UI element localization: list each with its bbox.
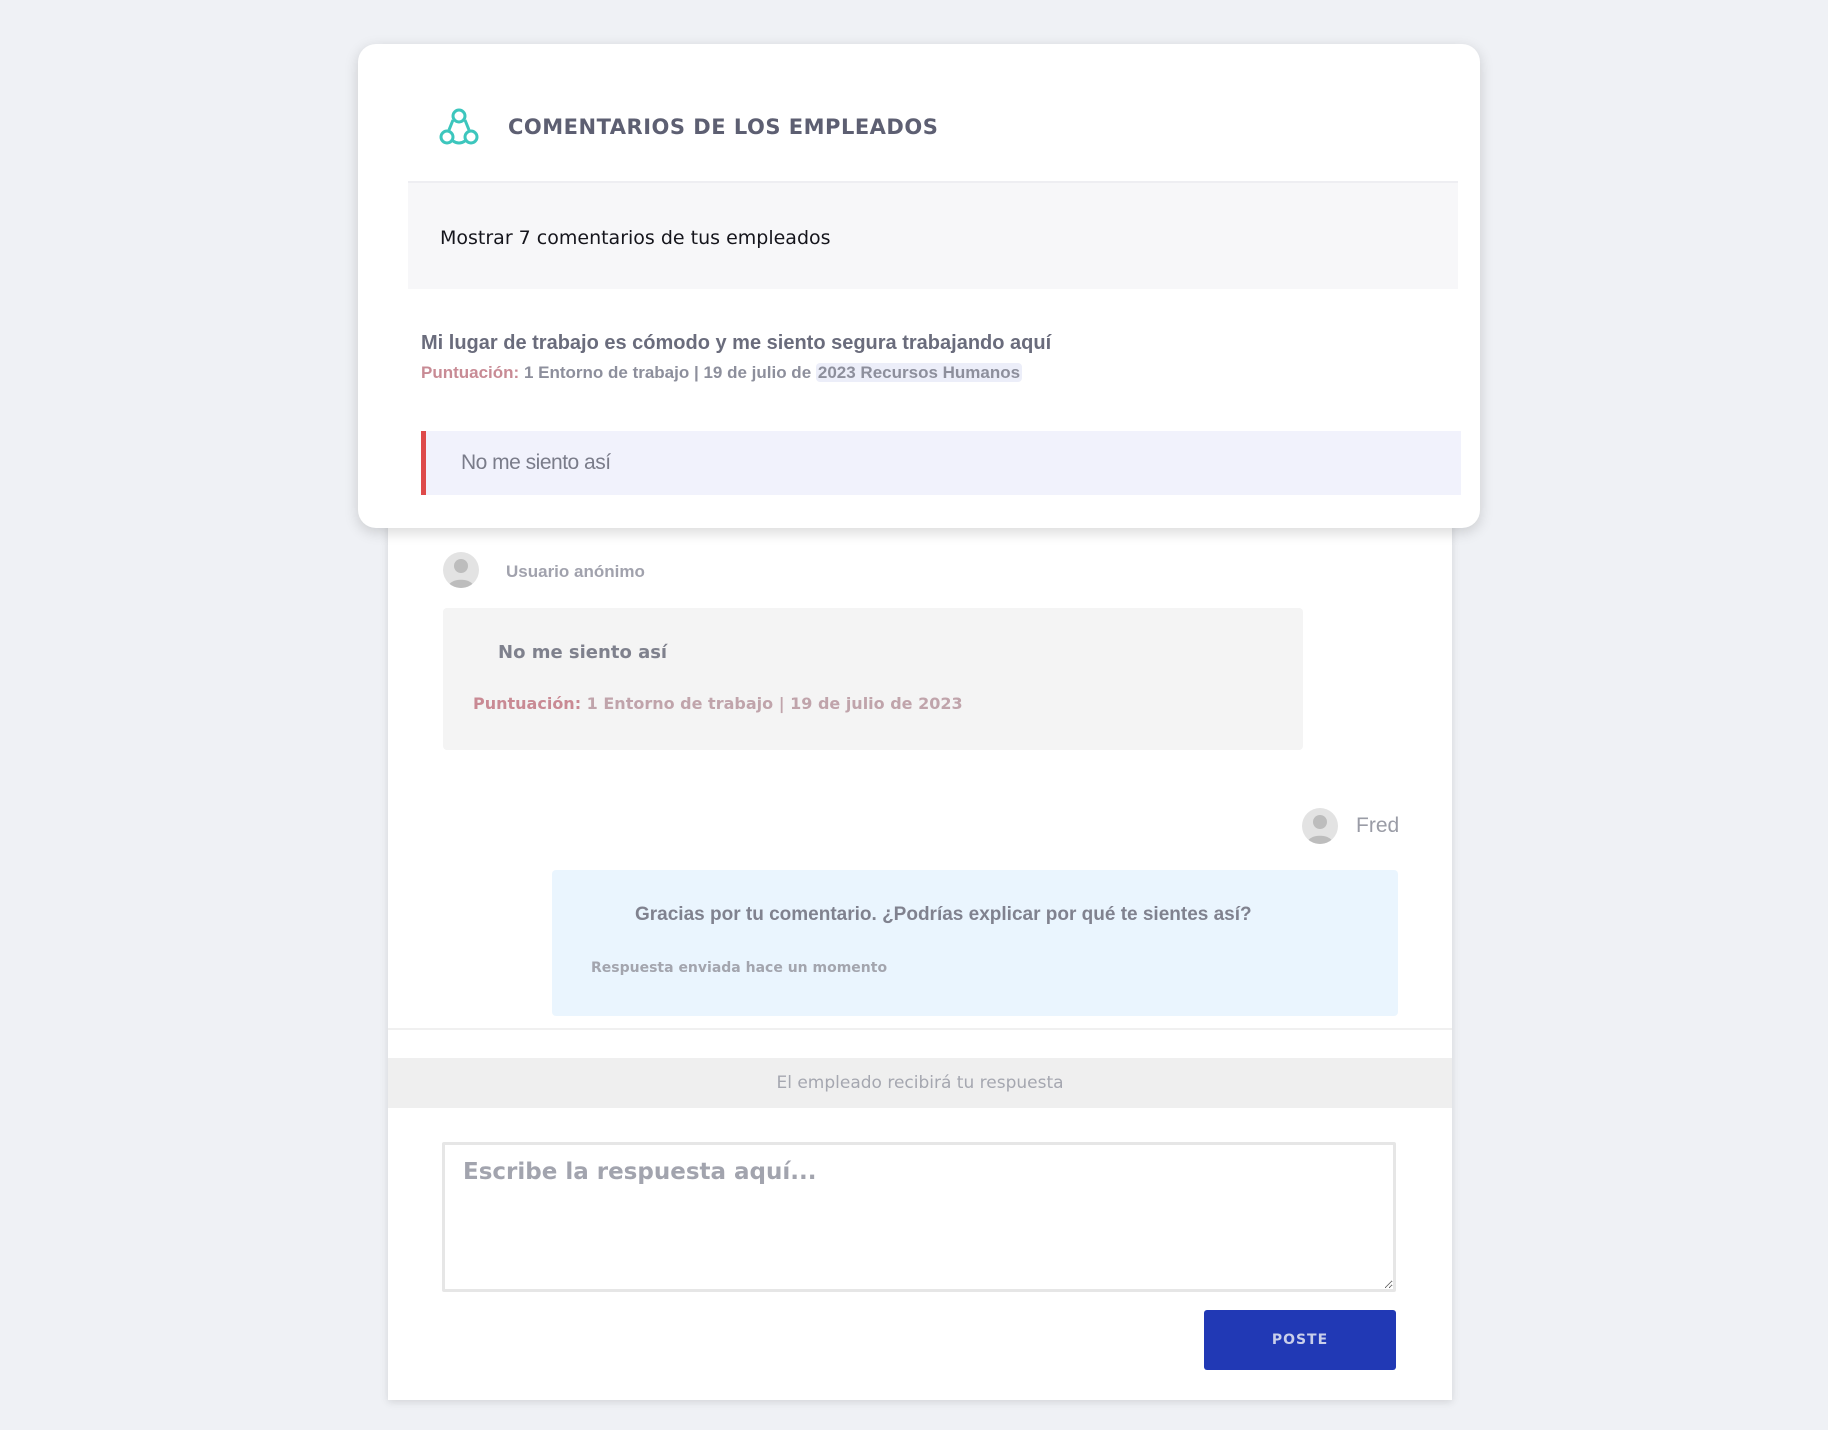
user-silhouette-icon [448, 559, 474, 588]
department-badge: 2023 Recursos Humanos [815, 363, 1023, 382]
divider [388, 1028, 1452, 1030]
question-meta-text: 1 Entorno de trabajo | 19 de julio de [523, 363, 812, 382]
feedback-card: COMENTARIOS DE LOS EMPLEADOS Mostrar 7 c… [358, 44, 1480, 528]
show-comments-link[interactable]: Mostrar 7 comentarios de tus empleados [408, 181, 1458, 289]
fred-avatar [1302, 808, 1338, 844]
answer-text: No me siento así [461, 451, 611, 474]
question-title: Mi lugar de trabajo es cómodo y me sient… [421, 332, 1052, 354]
anonymous-meta-text: 1 Entorno de trabajo | 19 de julio de 20… [586, 694, 963, 713]
anonymous-avatar [443, 552, 479, 588]
answer-quote: No me siento así [421, 431, 1461, 495]
team-network-icon [439, 108, 479, 145]
anonymous-message-meta: Puntuación: 1 Entorno de trabajo | 19 de… [473, 694, 963, 713]
anonymous-message-text: No me siento así [498, 642, 668, 663]
show-comments-text: Mostrar 7 comentarios de tus empleados [440, 227, 831, 249]
user-silhouette-icon [1307, 815, 1333, 844]
question-meta: Puntuación: 1 Entorno de trabajo | 19 de… [421, 363, 1023, 383]
reply-status: Respuesta enviada hace un momento [591, 960, 888, 976]
notice-bar: El empleado recibirá tu respuesta [388, 1058, 1452, 1108]
page-title: COMENTARIOS DE LOS EMPLEADOS [508, 115, 939, 139]
score-label: Puntuación: [421, 363, 520, 382]
card-header: COMENTARIOS DE LOS EMPLEADOS [438, 106, 938, 148]
reply-author-name: Fred [1356, 814, 1400, 837]
reply-message-text: Gracias por tu comentario. ¿Podrías expl… [635, 904, 1252, 925]
reply-textarea[interactable] [442, 1142, 1396, 1292]
score-label: Puntuación: [473, 694, 582, 713]
anonymous-message-bubble: No me siento así Puntuación: 1 Entorno d… [443, 608, 1303, 750]
anonymous-user-name: Usuario anónimo [506, 562, 645, 581]
reply-message-bubble: Gracias por tu comentario. ¿Podrías expl… [552, 870, 1398, 1016]
post-button[interactable]: POSTE [1204, 1310, 1396, 1370]
notice-text: El empleado recibirá tu respuesta [776, 1073, 1064, 1093]
